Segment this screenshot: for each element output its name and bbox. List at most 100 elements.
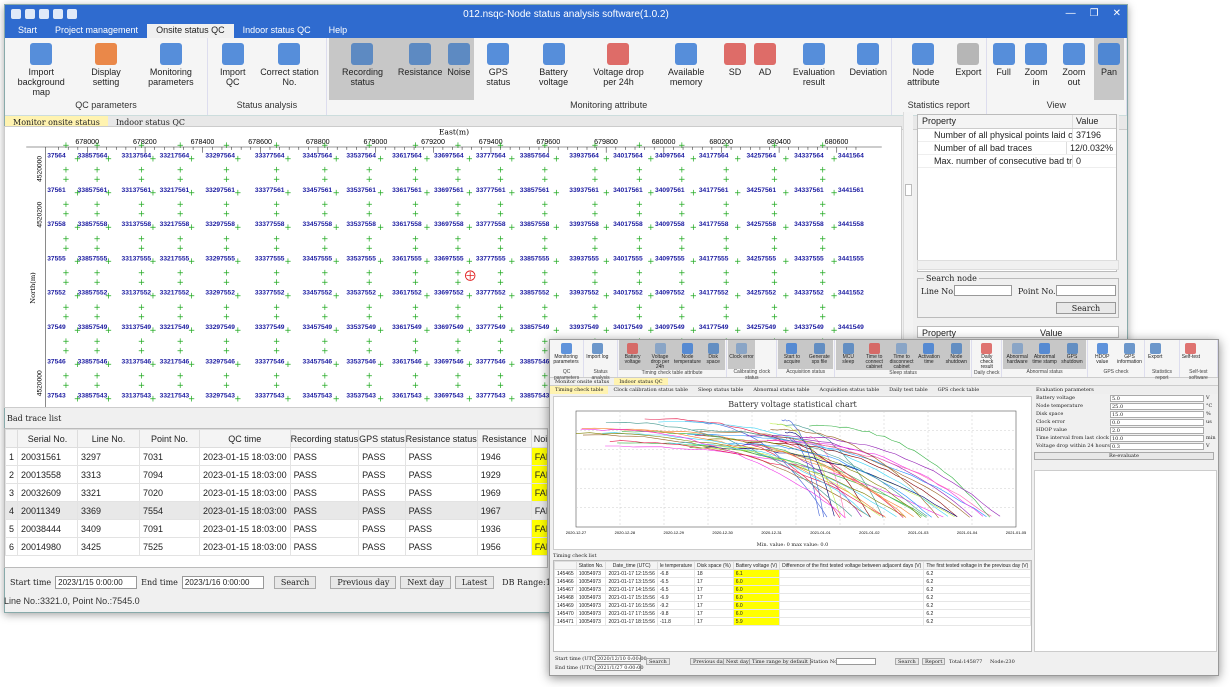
timing-column-date-time-utc[interactable]: Date_time (UTC) [605,561,658,570]
timing-column-the-first-tested-voltage-in-the-previous-day-v[interactable]: The first tested voltage in the previous… [923,561,1031,570]
table-row[interactable]: 6 20014980 3425 7525 2023-01-15 18:03:00 PASS… [5,537,547,556]
evaluation-value-input[interactable]: 15.0 [1110,410,1204,418]
indoor-import-log-button[interactable]: Import log [585,340,609,369]
indoor-default-range-button[interactable]: Time range by default [749,658,811,665]
subtab-sleep-status-table[interactable]: Sleep status table [693,386,748,394]
indoor-start-input[interactable]: 2020/12/10 0:00:00 [595,655,647,662]
end-time-input[interactable]: 2023/1/16 0:00:00 [181,575,264,589]
timing-row[interactable]: 145466 10054973 2021-01-17 13:15:56 -6.5 17 6… [554,577,1031,586]
menu-project-management[interactable]: Project management [46,24,147,38]
report-button[interactable]: Report [922,658,946,665]
import-background-map-button[interactable]: Import background map [7,38,75,100]
indoor-abnormal-hardware-button[interactable]: Abnormal hardware [1003,340,1031,370]
timing-column-difference-of-the-first-tested-voltage-between-adjacent-days-v[interactable]: Difference of the first tested voltage b… [779,561,925,570]
indoor-disk-space-button[interactable]: Disk space [701,340,726,370]
station-search-button[interactable]: Search [895,658,919,665]
previous-day-button[interactable]: Previous day [330,575,397,589]
indoor-hdop-value-button[interactable]: HDOP value [1089,340,1116,369]
evaluation-value-input[interactable]: 0.3 [1110,442,1204,450]
search-button[interactable]: Search [273,575,317,589]
column-header-noise-stat[interactable]: Noise stat [530,429,547,448]
timing-row[interactable]: 145470 10054973 2021-01-17 17:15:56 -9.8 17 6… [554,609,1031,618]
scroll-thumb[interactable] [905,184,912,196]
station-no-input[interactable] [836,658,876,665]
column-header-qc-time[interactable]: QC time [199,429,291,448]
subtab-daily-test-table[interactable]: Daily test table [884,386,932,394]
timing-row[interactable]: 145468 10054973 2021-01-17 15:15:56 -6.9 17 6… [554,593,1031,602]
menu-start[interactable]: Start [9,24,46,38]
correct-station-no-button[interactable]: Correct station No. [255,38,323,100]
menu-onsite-status-qc[interactable]: Onsite status QC [147,24,234,38]
indoor-export-button[interactable]: Export [1146,340,1164,369]
evaluation-result-button[interactable]: Evaluation result [780,38,848,100]
indoor-voltage-drop-per-24h-button[interactable]: Voltage drop per 24h [646,340,674,370]
table-row[interactable]: 5 20038444 3409 7091 2023-01-15 18:03:00 PASS… [5,519,547,538]
subtab-acquisition-status-table[interactable]: Acquisition status table [814,386,884,394]
indoor-abnormal-time-stamp-button[interactable]: Abnormal time stamp [1030,340,1059,370]
column-header-point-no[interactable]: Point No. [139,429,201,448]
subtab-timing-check-table[interactable]: Timing check table [550,386,609,394]
point-no-input[interactable] [1056,285,1116,296]
timing-row[interactable]: 145467 10054973 2021-01-17 14:15:56 -6.5 17 6… [554,585,1031,594]
resistance-button[interactable]: Resistance [396,38,444,100]
indoor-clock-error-button[interactable]: Clock error [728,340,755,369]
monitoring-parameters-button[interactable]: Monitoring parameters [137,38,205,100]
indoor-monitoring-parameters-button[interactable]: Monitoring parameters [551,340,581,369]
export-button[interactable]: Export [953,38,984,100]
timing-row[interactable]: 145465 10054973 2021-01-17 12:15:56 -6.8 18 6… [554,569,1031,578]
latest-button[interactable]: Latest [454,575,495,589]
gps-status-button[interactable]: GPS status [474,38,523,100]
indoor-generate-sps-file-button[interactable]: Generate sps file [805,340,834,370]
indoor-next-day-button[interactable]: Next day [723,658,752,665]
table-row[interactable]: 2 20013558 3313 7094 2023-01-15 18:03:00 PASS… [5,465,547,484]
pan-button[interactable]: Pan [1093,38,1124,100]
indoor-search-button[interactable]: Search [646,658,670,665]
timing-row[interactable]: 145471 10054973 2021-01-17 18:15:56 -11.8 17… [554,617,1031,626]
indoor-node-temperature-button[interactable]: Node temperature [673,340,702,370]
timing-column-index[interactable] [554,561,577,570]
evaluation-value-input[interactable]: 2.0 [1110,426,1204,434]
indoor-activation-time-button[interactable]: Activation time [915,340,943,370]
table-row[interactable]: 3 20032609 3321 7020 2023-01-15 18:03:00 PASS… [5,483,547,502]
evaluation-value-input[interactable]: 5.0 [1110,394,1204,402]
table-row[interactable]: 4 20011349 3369 7554 2023-01-15 18:03:00 PASS… [5,501,547,520]
timing-column-disk-space[interactable]: Disk space (%) [694,561,734,570]
evaluation-value-input[interactable]: 25.0 [1110,402,1204,410]
zoom-out-button[interactable]: Zoom out [1054,38,1094,100]
zoom-in-button[interactable]: Zoom in [1019,38,1054,100]
ad-button[interactable]: AD [750,38,780,100]
restore-button[interactable]: ❐ [1090,8,1099,19]
search-node-button[interactable]: Search [1056,302,1116,314]
indoor-daily-check-result-button[interactable]: Daily check result [973,340,1000,370]
available-memory-button[interactable]: Available memory [652,38,720,100]
import-qc-button[interactable]: Import QC [210,38,255,100]
column-header-resistance[interactable]: Resistance [476,429,532,448]
tab2-monitor-onsite-status[interactable]: Monitor onsite status [550,378,614,385]
close-button[interactable]: ✕ [1113,8,1121,19]
column-header-gps-status[interactable]: GPS status [358,429,406,448]
indoor-start-to-acquire-button[interactable]: Start to acquire [778,340,806,370]
indoor-gps-shutdown-button[interactable]: GPS shutdown [1058,340,1086,370]
noise-button[interactable]: Noise [443,38,474,100]
timing-column-the-fi[interactable]: The fi [1030,561,1031,570]
subtab-clock-calibration-status-table[interactable]: Clock calibration status table [608,386,693,394]
sd-button[interactable]: SD [720,38,750,100]
subtab-abnormal-status-table[interactable]: Abnormal status table [748,386,814,394]
voltage-drop-per-24h-button[interactable]: Voltage drop per 24h [585,38,653,100]
next-day-button[interactable]: Next day [400,575,451,589]
timing-column-station-no[interactable]: Station No. [575,561,607,570]
menu-help[interactable]: Help [320,24,357,38]
column-header-serial-no[interactable]: Serial No. [17,429,79,448]
line-no-input[interactable] [954,285,1012,296]
indoor-self-test-button[interactable]: Self-test [1181,340,1201,369]
timing-column-le-temperature[interactable]: le temperature [656,561,696,570]
column-header-recording-status[interactable]: Recording status [289,429,360,448]
column-header-resistance-status[interactable]: Resistance status [404,429,478,448]
timing-row[interactable]: 145469 10054973 2021-01-17 16:15:56 -9.2 17 6… [554,601,1031,610]
re-evaluate-button[interactable]: Re-evaluate [1034,452,1214,460]
indoor-battery-voltage-button[interactable]: Battery voltage [618,340,647,370]
column-header-line-no[interactable]: Line No. [77,429,141,448]
indoor-end-input[interactable]: 2021/1/27 0:00:00 [595,664,644,671]
indoor-time-to-connect-cabinet-button[interactable]: Time to connect cabinet [860,340,888,370]
timing-column-battery-voltage-v[interactable]: Battery voltage (V) [732,561,781,570]
